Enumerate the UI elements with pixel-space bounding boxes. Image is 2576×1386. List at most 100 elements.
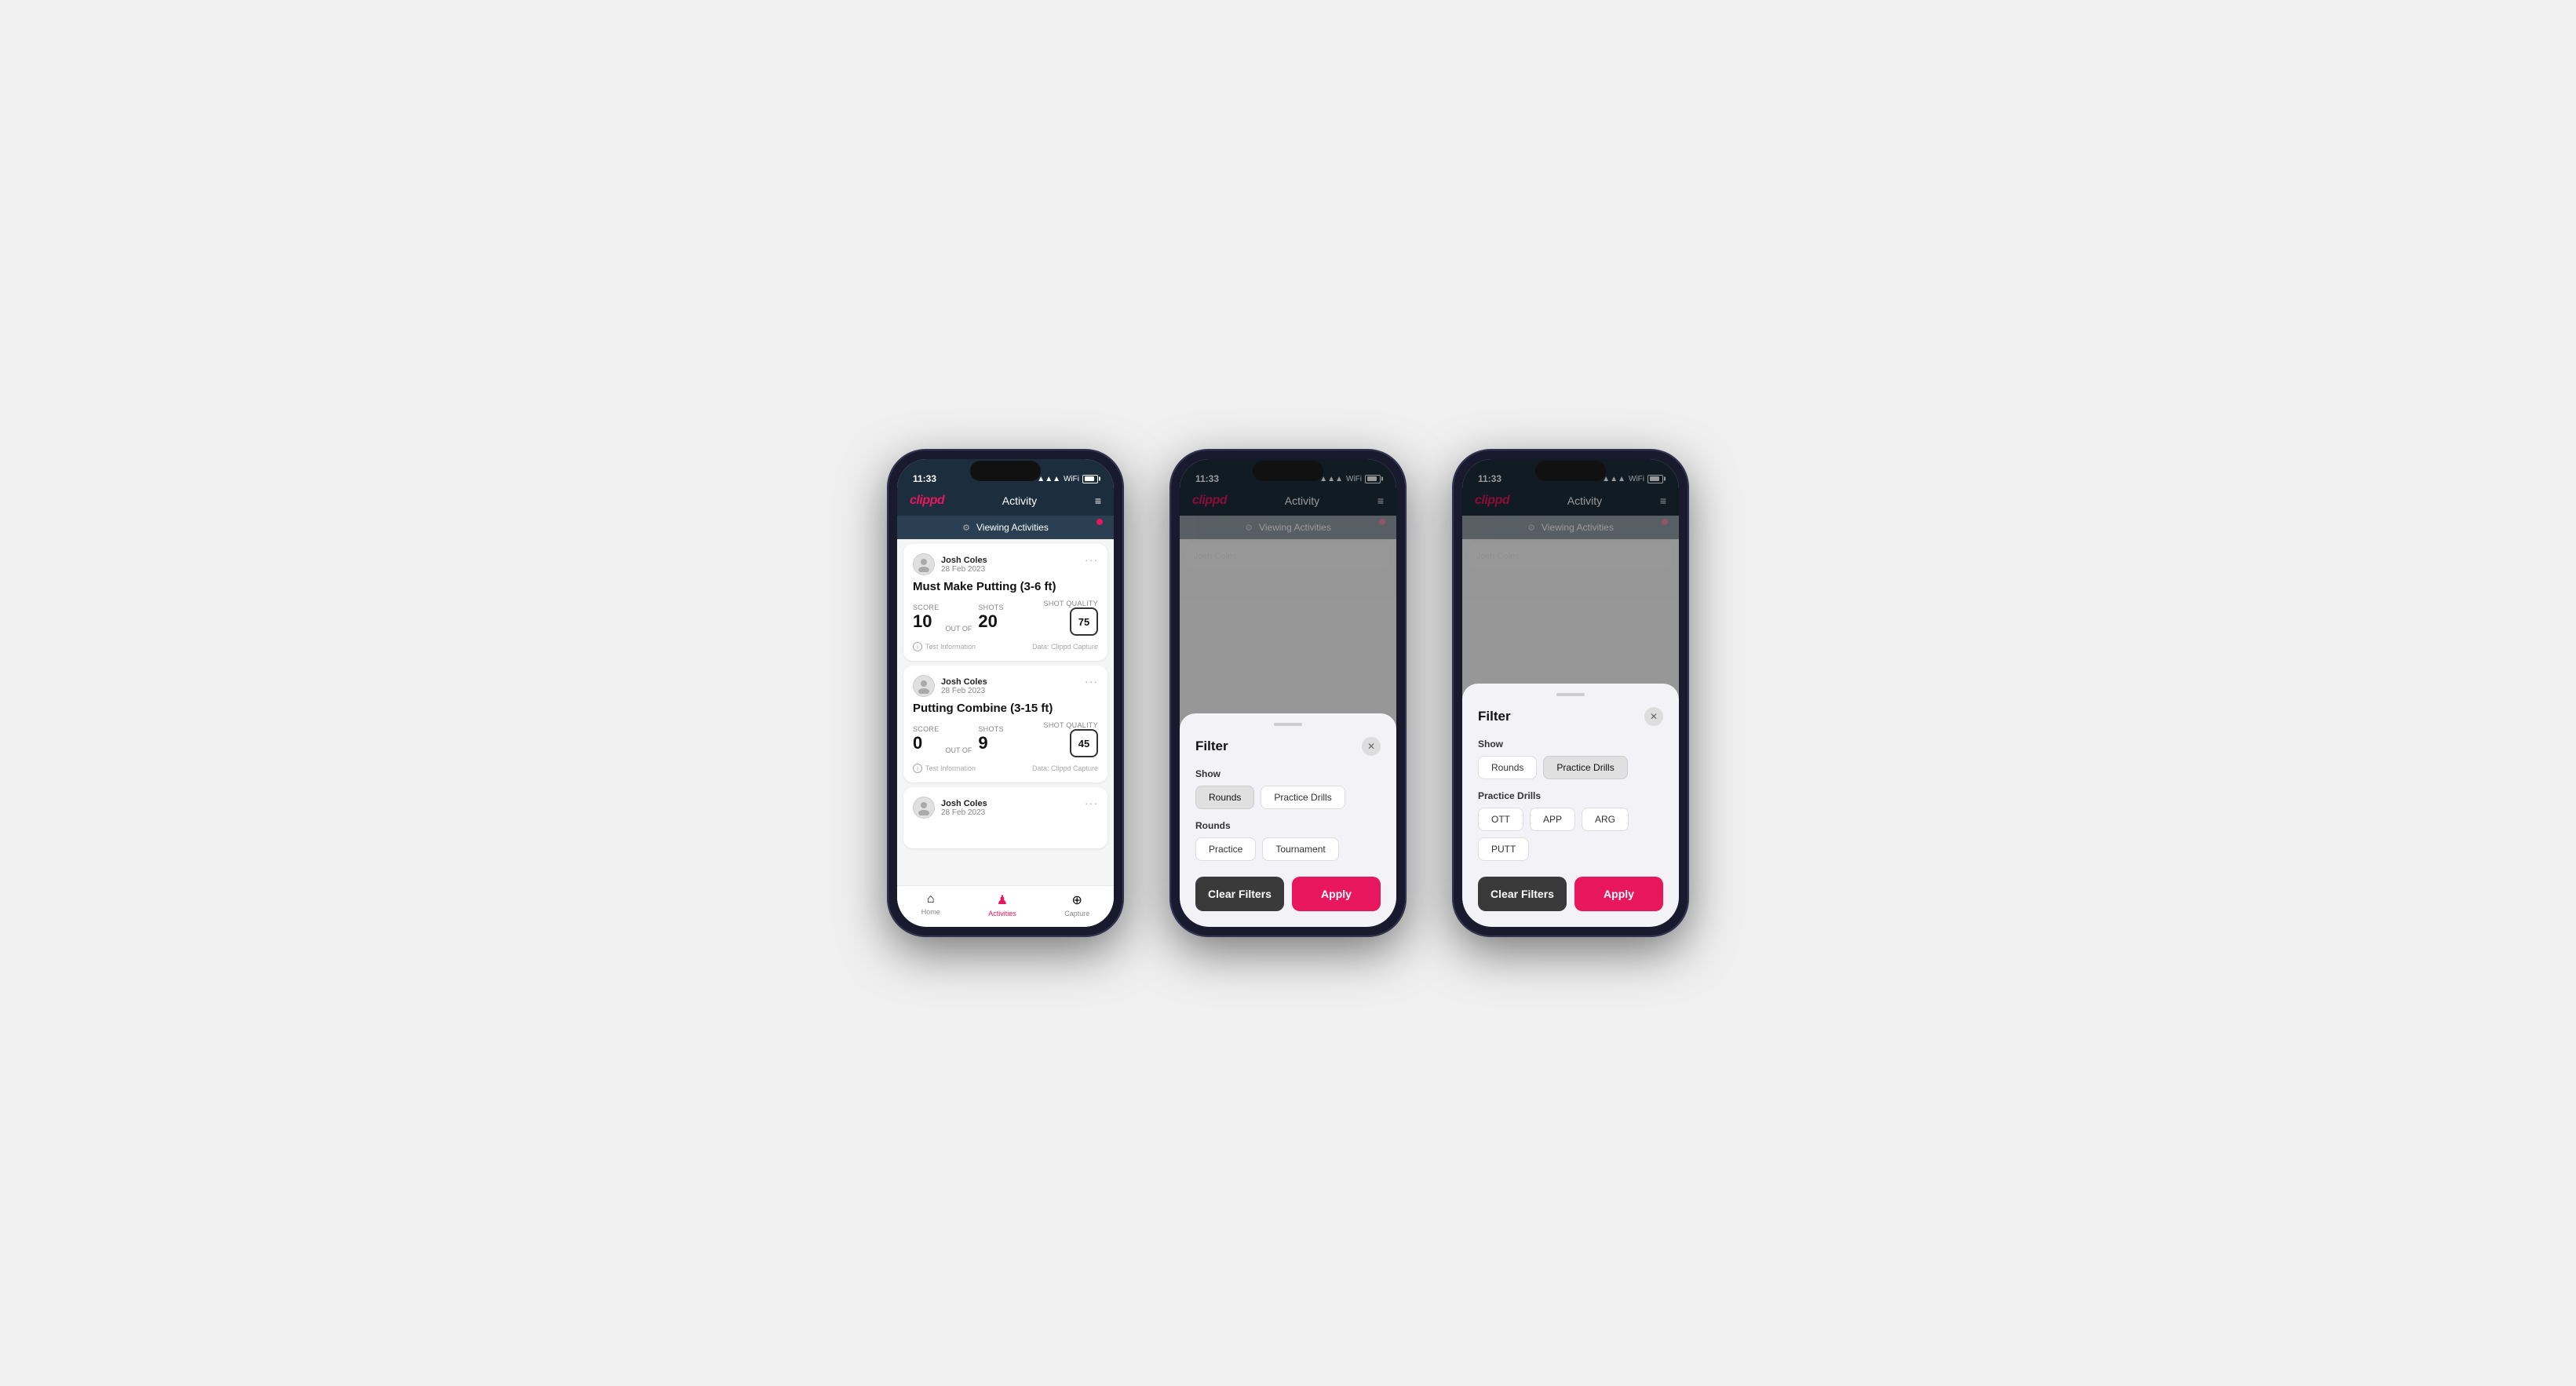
user-name-2: Josh Coles [941,677,987,687]
sq-label-1: Shot Quality [1044,600,1098,607]
chip-app-3[interactable]: APP [1530,808,1575,831]
viewing-text-1: Viewing Activities [976,522,1049,533]
show-label-3: Show [1478,739,1663,750]
info-icon-2: i [913,764,922,773]
user-date-3: 28 Feb 2023 [941,808,987,817]
modal-footer-2: Clear Filters Apply [1195,877,1381,911]
chip-rounds-2[interactable]: Rounds [1195,786,1254,809]
home-icon-1: ⌂ [927,892,935,906]
chip-practice-2[interactable]: Practice [1195,837,1256,861]
tab-bar-1: ⌂ Home ♟ Activities ⊕ Capture [897,885,1114,927]
user-name-1: Josh Coles [941,556,987,565]
scroll-content-1: Josh Coles 28 Feb 2023 ··· Must Make Put… [897,539,1114,885]
menu-icon-1[interactable]: ≡ [1095,494,1101,507]
shots-value-1: 20 [978,611,1004,632]
modal-header-3: Filter ✕ [1478,707,1663,726]
show-label-2: Show [1195,768,1381,779]
phone-2: 11:33 ▲▲▲ WiFi clippd Activity ≡ ⚙ Viewi… [1170,450,1406,936]
chip-rounds-3[interactable]: Rounds [1478,756,1537,779]
modal-header-2: Filter ✕ [1195,737,1381,756]
phone-1: 11:33 ▲▲▲ WiFi clippd Activity ≡ ⚙ Viewi… [888,450,1123,936]
score-label-2: Score [913,725,940,733]
user-info-1: Josh Coles 28 Feb 2023 [913,553,987,575]
footer-left-1: Test Information [925,643,976,651]
footer-left-2: Test Information [925,764,976,772]
chip-practice-drills-2[interactable]: Practice Drills [1261,786,1345,809]
nav-title-1: Activity [1002,494,1037,507]
viewing-badge-1 [1096,519,1103,525]
shots-label-1: Shots [978,604,1004,611]
practice-label-3: Practice Drills [1478,790,1663,801]
modal-handle-2 [1274,723,1302,726]
dynamic-island-3 [1535,461,1606,481]
card-header-1: Josh Coles 28 Feb 2023 ··· [913,553,1098,575]
clear-button-2[interactable]: Clear Filters [1195,877,1284,911]
activity-card-3: Josh Coles 28 Feb 2023 ··· [903,787,1107,848]
card-dots-1[interactable]: ··· [1085,553,1098,566]
tab-home-label-1: Home [921,908,940,916]
user-date-1: 28 Feb 2023 [941,565,987,574]
user-info-3: Josh Coles 28 Feb 2023 [913,797,987,819]
filter-title-3: Filter [1478,709,1511,724]
card-header-3: Josh Coles 28 Feb 2023 ··· [913,797,1098,819]
status-time-1: 11:33 [913,473,936,484]
avatar-3 [913,797,935,819]
activity-card-1: Josh Coles 28 Feb 2023 ··· Must Make Put… [903,544,1107,661]
viewing-banner-1[interactable]: ⚙ Viewing Activities [897,516,1114,539]
show-chips-3: Rounds Practice Drills [1478,756,1663,779]
modal-overlay-3: Filter ✕ Show Rounds Practice Drills Pra… [1462,459,1679,927]
user-name-3: Josh Coles [941,799,987,808]
filter-close-3[interactable]: ✕ [1644,707,1663,726]
tab-activities-1[interactable]: ♟ Activities [988,892,1016,917]
battery-icon-1 [1082,475,1098,483]
dynamic-island [970,461,1041,481]
chip-arg-3[interactable]: ARG [1582,808,1629,831]
tab-home-1[interactable]: ⌂ Home [921,892,940,917]
signal-icon-1: ▲▲▲ [1037,475,1060,483]
wifi-icon-1: WiFi [1064,475,1079,483]
card-title-1: Must Make Putting (3-6 ft) [913,580,1098,593]
card-footer-1: i Test Information Data: Clippd Capture [913,642,1098,651]
chip-practice-drills-3[interactable]: Practice Drills [1543,756,1627,779]
nav-header-1: clippd Activity ≡ [897,489,1114,516]
stats-row-2: Score 0 OUT OF Shots 9 Shot Quality 45 [913,721,1098,757]
filter-icon-1: ⚙ [962,523,970,533]
logo-1: clippd [910,494,944,508]
stats-row-1: Score 10 OUT OF Shots 20 Shot Quality 75 [913,600,1098,636]
phone-1-screen: 11:33 ▲▲▲ WiFi clippd Activity ≡ ⚙ Viewi… [897,459,1114,927]
out-of-2: OUT OF [946,746,972,757]
tab-activities-label-1: Activities [988,910,1016,917]
activities-icon-1: ♟ [997,892,1008,908]
modal-overlay-2: Filter ✕ Show Rounds Practice Drills Rou… [1180,459,1396,927]
dynamic-island-2 [1253,461,1323,481]
filter-close-2[interactable]: ✕ [1362,737,1381,756]
chip-ott-3[interactable]: OTT [1478,808,1523,831]
tab-capture-1[interactable]: ⊕ Capture [1064,892,1089,917]
phone-3: 11:33 ▲▲▲ WiFi clippd Activity ≡ ⚙ Viewi… [1453,450,1688,936]
card-dots-2[interactable]: ··· [1085,675,1098,688]
phone-3-screen: 11:33 ▲▲▲ WiFi clippd Activity ≡ ⚙ Viewi… [1462,459,1679,927]
avatar-1 [913,553,935,575]
show-chips-2: Rounds Practice Drills [1195,786,1381,809]
chip-putt-3[interactable]: PUTT [1478,837,1529,861]
filter-sheet-2: Filter ✕ Show Rounds Practice Drills Rou… [1180,713,1396,927]
modal-footer-3: Clear Filters Apply [1478,877,1663,911]
chip-tournament-2[interactable]: Tournament [1262,837,1338,861]
activity-card-2: Josh Coles 28 Feb 2023 ··· Putting Combi… [903,666,1107,782]
rounds-label-2: Rounds [1195,820,1381,831]
score-value-1: 10 [913,611,940,632]
tab-capture-label-1: Capture [1064,910,1089,917]
filter-title-2: Filter [1195,739,1228,754]
apply-button-2[interactable]: Apply [1292,877,1381,911]
card-title-2: Putting Combine (3-15 ft) [913,702,1098,715]
sq-label-2: Shot Quality [1044,721,1098,729]
capture-icon-1: ⊕ [1072,892,1082,908]
card-dots-3[interactable]: ··· [1085,797,1098,809]
sq-badge-1: 75 [1070,607,1098,636]
filter-sheet-3: Filter ✕ Show Rounds Practice Drills Pra… [1462,684,1679,927]
user-info-2: Josh Coles 28 Feb 2023 [913,675,987,697]
out-of-1: OUT OF [946,625,972,636]
clear-button-3[interactable]: Clear Filters [1478,877,1567,911]
rounds-chips-2: Practice Tournament [1195,837,1381,861]
apply-button-3[interactable]: Apply [1574,877,1663,911]
